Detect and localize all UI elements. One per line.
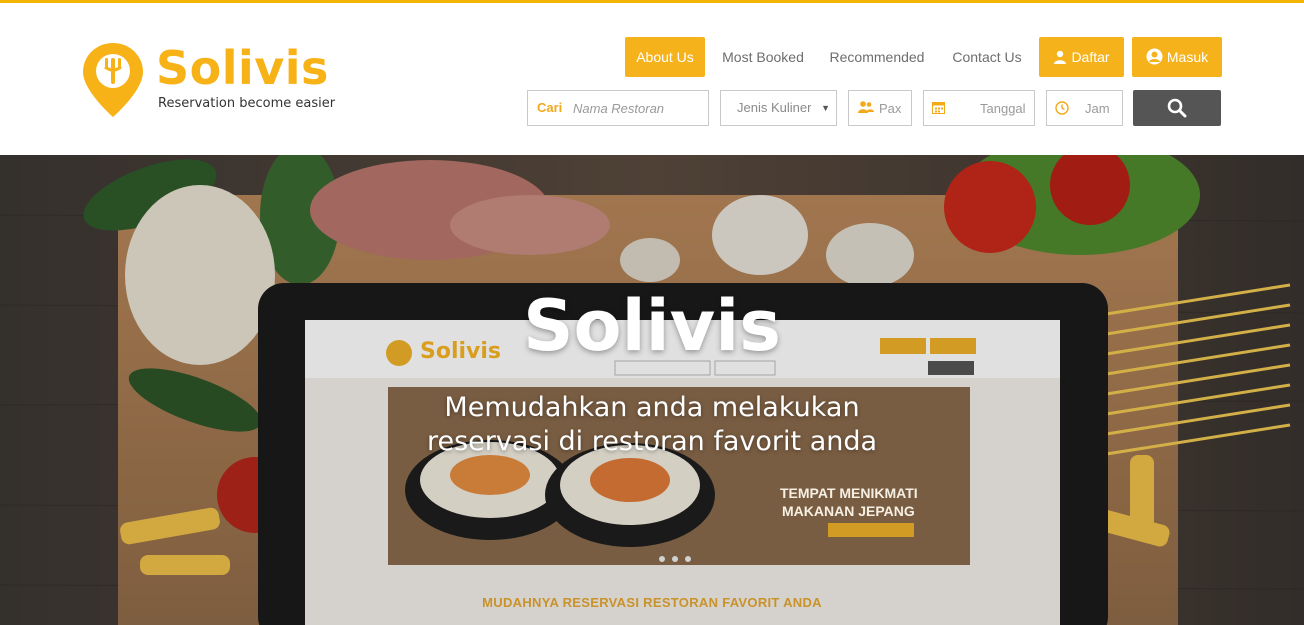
nav-about-us[interactable]: About Us <box>625 37 705 77</box>
hero-title: Solivis <box>523 285 781 367</box>
calendar-icon <box>932 102 945 114</box>
login-label: Masuk <box>1166 49 1209 65</box>
pax-input[interactable] <box>879 98 909 118</box>
nav-most-booked[interactable]: Most Booked <box>718 37 808 77</box>
hero-subtitle-line2: reservasi di restoran favorit anda <box>426 426 878 457</box>
cuisine-select[interactable]: Jenis Kuliner ▼ <box>720 90 837 126</box>
clock-icon <box>1055 101 1069 115</box>
register-button[interactable]: Daftar <box>1039 37 1124 77</box>
time-field[interactable] <box>1046 90 1123 126</box>
search-icon <box>1167 98 1187 118</box>
user-icon <box>1054 50 1067 64</box>
login-button[interactable]: Masuk <box>1132 37 1222 77</box>
cuisine-selected-value: Jenis Kuliner <box>737 100 812 115</box>
inner-banner-line1: TEMPAT MENIKMATI <box>780 485 918 501</box>
chevron-down-icon: ▼ <box>821 103 830 113</box>
date-input[interactable] <box>980 98 1032 118</box>
inner-banner-line2: MAKANAN JEPANG <box>782 503 915 519</box>
register-label: Daftar <box>1071 49 1110 65</box>
search-label: Cari <box>537 100 563 115</box>
search-button[interactable] <box>1133 90 1221 126</box>
logo-tagline: Reservation become easier <box>158 96 336 111</box>
user-circle-icon <box>1146 48 1163 65</box>
logo-name: Solivis <box>156 41 329 95</box>
hero-subtitle: Memudahkan anda melakukan reservasi di r… <box>0 391 1304 459</box>
hero-background-image <box>0 155 1304 625</box>
nav-recommended[interactable]: Recommended <box>826 37 928 77</box>
restaurant-name-input[interactable] <box>573 98 703 118</box>
users-icon <box>858 101 874 113</box>
hero-subtitle-line1: Memudahkan anda melakukan <box>444 392 860 423</box>
time-input[interactable] <box>1085 98 1121 118</box>
logo[interactable]: Solivis Reservation become easier <box>80 41 340 121</box>
hero-banner: Solivis TEMPAT MENIKMATI MAKANAN JEPANG … <box>0 155 1304 625</box>
location-pin-fork-icon <box>83 43 143 117</box>
nav-contact-us[interactable]: Contact Us <box>948 37 1026 77</box>
restaurant-search-field[interactable]: Cari <box>527 90 709 126</box>
date-field[interactable] <box>923 90 1035 126</box>
hero-caption: MUDAHNYA RESERVASI RESTORAN FAVORIT ANDA <box>482 595 822 610</box>
pax-field[interactable] <box>848 90 912 126</box>
site-header: Solivis Reservation become easier About … <box>0 3 1304 155</box>
